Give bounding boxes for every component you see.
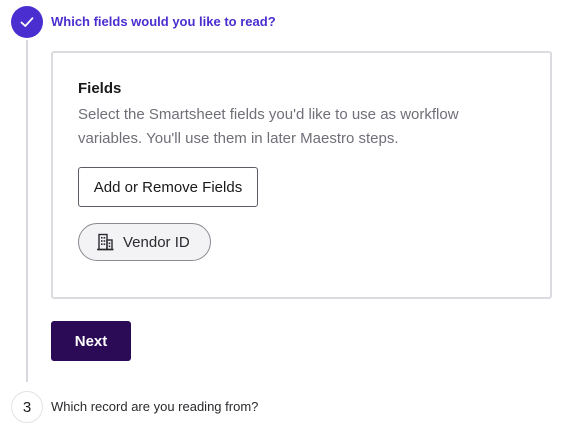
step-number-badge: 3: [11, 391, 43, 423]
fields-heading: Fields: [78, 80, 122, 97]
fields-card: Fields Select the Smartsheet fields you'…: [51, 51, 552, 299]
field-chip-label: Vendor ID: [123, 233, 190, 251]
add-remove-fields-button[interactable]: Add or Remove Fields: [78, 167, 258, 207]
next-step-title[interactable]: Which record are you reading from?: [51, 399, 258, 414]
step-complete-badge: [11, 6, 43, 38]
workflow-step-page: Which fields would you like to read? Fie…: [0, 0, 572, 441]
field-chip-vendor-id[interactable]: Vendor ID: [78, 223, 211, 261]
next-button[interactable]: Next: [51, 321, 131, 361]
fields-description: Select the Smartsheet fields you'd like …: [78, 106, 459, 147]
step-timeline-connector: [26, 40, 28, 382]
check-icon: [20, 17, 34, 27]
building-icon: [97, 233, 114, 251]
current-step-title[interactable]: Which fields would you like to read?: [51, 14, 276, 29]
